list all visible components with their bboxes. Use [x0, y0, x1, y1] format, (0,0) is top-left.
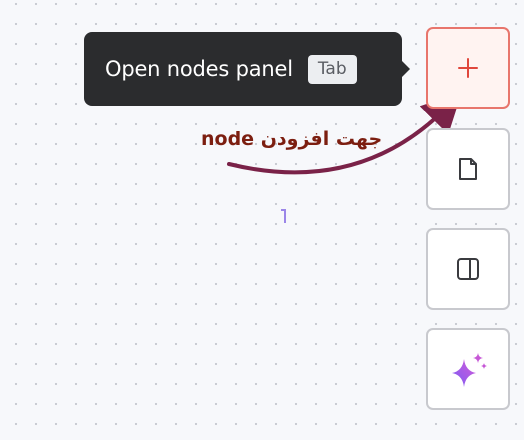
keyboard-shortcut-badge: Tab — [307, 54, 357, 84]
add-node-button[interactable] — [426, 27, 510, 109]
plus-icon — [458, 58, 478, 78]
sticky-note-button[interactable] — [426, 128, 510, 210]
ai-assistant-button[interactable] — [426, 328, 510, 410]
tooltip-label: Open nodes panel — [105, 57, 293, 81]
toggle-panel-button[interactable] — [426, 228, 510, 310]
open-nodes-panel-tooltip: Open nodes panel Tab — [84, 32, 410, 106]
panel-icon — [457, 258, 479, 280]
annotation-text: جهت افزودن node — [201, 128, 383, 150]
canvas-cursor-marker — [281, 209, 286, 223]
note-icon — [459, 158, 477, 180]
sparkle-icon — [452, 353, 487, 387]
